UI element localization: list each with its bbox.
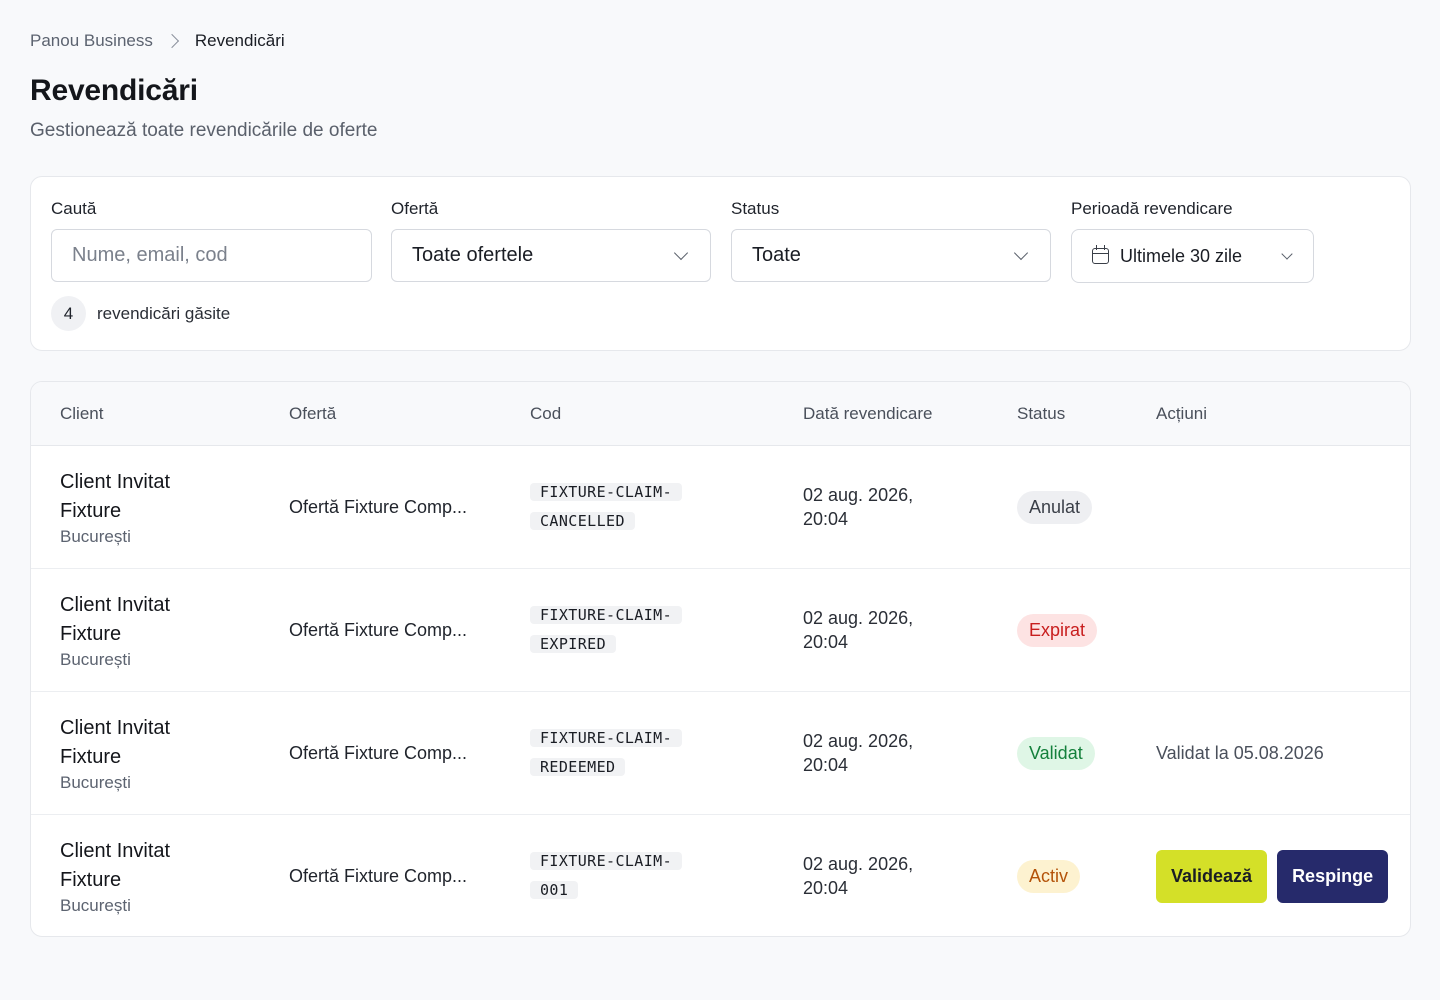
offer-select-value: Toate ofertele xyxy=(412,244,534,266)
column-header-client: Client xyxy=(60,404,104,423)
status-badge: Activ xyxy=(1017,859,1081,893)
client-name: Client Invitat Fixture xyxy=(60,594,171,645)
period-filter: Perioadă revendicare Ultimele 30 zile xyxy=(1071,199,1314,283)
client-city: București xyxy=(60,650,131,669)
search-input[interactable] xyxy=(51,229,372,282)
claim-code-wrap: FIXTURE-CLAIM- CANCELLED xyxy=(530,478,683,536)
column-header-date: Dată revendicare xyxy=(803,404,933,423)
validate-button[interactable]: Validează xyxy=(1156,849,1268,903)
offer-name: Ofertă Fixture Comp... xyxy=(289,742,468,763)
status-filter: Status Toate xyxy=(731,199,1051,282)
results-count: 4 revendicări găsite xyxy=(51,296,230,331)
client-name: Client Invitat Fixture xyxy=(60,717,171,768)
offer-label: Ofertă xyxy=(391,199,439,218)
offer-name: Ofertă Fixture Comp... xyxy=(289,865,468,886)
table-row: Client Invitat Fixture București Ofertă … xyxy=(31,569,1410,692)
page-subtitle: Gestionează toate revendicările de ofert… xyxy=(30,120,378,141)
offer-select[interactable]: Toate ofertele xyxy=(391,229,711,282)
period-select[interactable]: Ultimele 30 zile xyxy=(1071,229,1314,283)
breadcrumb: Panou Business Revendicări xyxy=(30,31,285,51)
table-row: Client Invitat Fixture București Ofertă … xyxy=(31,815,1410,936)
claim-date: 02 aug. 2026, 20:04 xyxy=(803,485,914,529)
client-city: București xyxy=(60,773,131,792)
claim-code-cell: FIXTURE-CLAIM- CANCELLED xyxy=(530,446,730,568)
claims-table: Client Ofertă Cod Dată revendicare Statu… xyxy=(30,381,1411,937)
claim-code-wrap: FIXTURE-CLAIM- REDEEMED xyxy=(530,724,683,782)
reject-button[interactable]: Respinge xyxy=(1277,849,1389,903)
validated-at-text: Validat la 05.08.2026 xyxy=(1156,742,1324,763)
claim-date: 02 aug. 2026, 20:04 xyxy=(803,608,914,652)
table-row: Client Invitat Fixture București Ofertă … xyxy=(31,446,1410,569)
chevron-down-icon xyxy=(673,245,689,261)
status-badge: Expirat xyxy=(1017,613,1098,647)
period-label: Perioadă revendicare xyxy=(1071,199,1233,218)
status-cell: Expirat xyxy=(1017,569,1098,691)
page-title: Revendicări xyxy=(30,74,198,107)
table-row: Client Invitat Fixture București Ofertă … xyxy=(31,692,1410,815)
status-label: Status xyxy=(731,199,780,218)
claim-date: 02 aug. 2026, 20:04 xyxy=(803,731,914,775)
client-city: București xyxy=(60,527,131,546)
search-filter: Caută xyxy=(51,199,372,282)
status-select-value: Toate xyxy=(752,244,801,266)
actions-cell: Validează Respinge xyxy=(1156,815,1389,936)
breadcrumb-current: Revendicări xyxy=(194,31,285,50)
status-cell: Activ xyxy=(1017,815,1081,936)
filter-card: Caută Ofertă Toate ofertele Status Toate… xyxy=(30,176,1411,351)
actions-cell: Validat la 05.08.2026 xyxy=(1156,692,1324,814)
column-header-actions: Acțiuni xyxy=(1156,404,1208,423)
calendar-icon xyxy=(1092,245,1109,264)
claim-code-cell: FIXTURE-CLAIM- EXPIRED xyxy=(530,569,730,691)
status-select[interactable]: Toate xyxy=(731,229,1051,282)
claim-code: FIXTURE-CLAIM- CANCELLED xyxy=(530,483,683,530)
chevron-down-icon xyxy=(1013,245,1029,261)
claim-code: FIXTURE-CLAIM-001 xyxy=(530,852,683,899)
claim-code: FIXTURE-CLAIM- EXPIRED xyxy=(530,606,683,653)
column-header-status: Status xyxy=(1017,404,1066,423)
table-header: Client Ofertă Cod Dată revendicare Statu… xyxy=(31,382,1410,446)
column-header-offer: Ofertă xyxy=(289,404,337,423)
claim-code-cell: FIXTURE-CLAIM-001 xyxy=(530,815,730,936)
client-city: București xyxy=(60,896,131,915)
claim-date: 02 aug. 2026, 20:04 xyxy=(803,854,914,898)
search-label: Caută xyxy=(51,199,97,218)
column-header-code: Cod xyxy=(530,404,562,423)
chevron-right-icon xyxy=(164,33,179,49)
offer-name: Ofertă Fixture Comp... xyxy=(289,619,468,640)
claim-code-wrap: FIXTURE-CLAIM- EXPIRED xyxy=(530,601,683,659)
offer-name: Ofertă Fixture Comp... xyxy=(289,496,468,517)
status-badge: Validat xyxy=(1017,736,1095,770)
offer-filter: Ofertă Toate ofertele xyxy=(391,199,711,282)
count-text: revendicări găsite xyxy=(97,303,231,323)
claim-code: FIXTURE-CLAIM- REDEEMED xyxy=(530,729,683,776)
count-badge: 4 xyxy=(51,296,86,331)
breadcrumb-link-panou-business[interactable]: Panou Business xyxy=(30,31,153,51)
chevron-down-icon xyxy=(1281,247,1293,260)
status-badge: Anulat xyxy=(1017,490,1093,524)
period-select-value: Ultimele 30 zile xyxy=(1120,245,1243,266)
claim-code-wrap: FIXTURE-CLAIM-001 xyxy=(530,847,690,905)
status-cell: Validat xyxy=(1017,692,1095,814)
status-cell: Anulat xyxy=(1017,446,1093,568)
client-name: Client Invitat Fixture xyxy=(60,471,171,522)
client-name: Client Invitat Fixture xyxy=(60,840,171,891)
claim-code-cell: FIXTURE-CLAIM- REDEEMED xyxy=(530,692,730,814)
